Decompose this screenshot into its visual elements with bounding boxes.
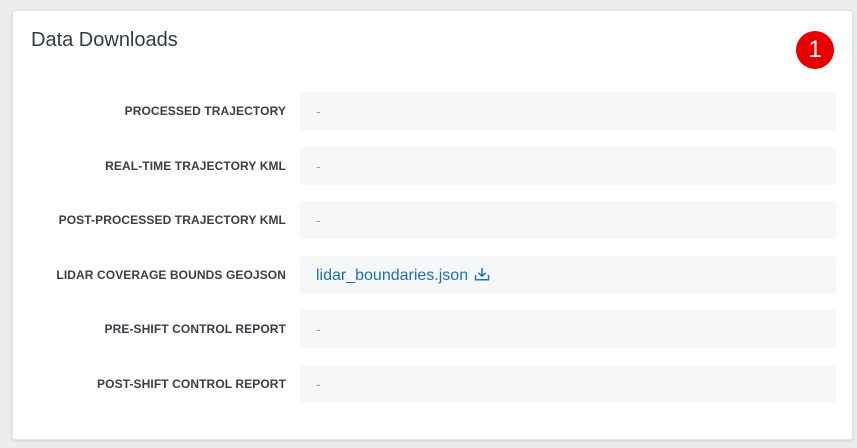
lidar-boundaries-download-link[interactable]: lidar_boundaries.json <box>316 267 490 284</box>
downloads-list: PROCESSED TRAJECTORY - REAL-TIME TRAJECT… <box>13 92 854 419</box>
row-value: - <box>300 146 836 185</box>
row-value: - <box>300 364 836 403</box>
row-post-processed-trajectory-kml: POST-PROCESSED TRAJECTORY KML - <box>13 201 854 239</box>
data-downloads-panel: Data Downloads 1 PROCESSED TRAJECTORY - … <box>12 10 853 440</box>
row-real-time-trajectory-kml: REAL-TIME TRAJECTORY KML - <box>13 146 854 185</box>
row-value: - <box>300 92 836 130</box>
row-label: LIDAR COVERAGE BOUNDS GEOJSON <box>56 267 286 282</box>
row-value: lidar_boundaries.json <box>300 255 836 294</box>
row-processed-trajectory: PROCESSED TRAJECTORY - <box>13 92 854 130</box>
row-label: PROCESSED TRAJECTORY <box>124 104 286 118</box>
notification-badge: 1 <box>796 31 834 69</box>
row-value: - <box>300 310 836 348</box>
row-label: REAL-TIME TRAJECTORY KML <box>105 158 286 173</box>
row-value: - <box>300 201 836 239</box>
row-pre-shift-control-report: PRE-SHIFT CONTROL REPORT - <box>13 310 854 348</box>
download-icon[interactable] <box>474 259 490 297</box>
row-label: POST-SHIFT CONTROL REPORT <box>97 376 286 391</box>
row-lidar-coverage-bounds-geojson: LIDAR COVERAGE BOUNDS GEOJSON lidar_boun… <box>13 255 854 294</box>
row-label: PRE-SHIFT CONTROL REPORT <box>104 322 286 336</box>
panel-title: Data Downloads <box>31 29 178 51</box>
file-link-text: lidar_boundaries.json <box>316 266 469 284</box>
row-label: POST-PROCESSED TRAJECTORY KML <box>58 213 286 227</box>
row-post-shift-control-report: POST-SHIFT CONTROL REPORT - <box>13 364 854 403</box>
